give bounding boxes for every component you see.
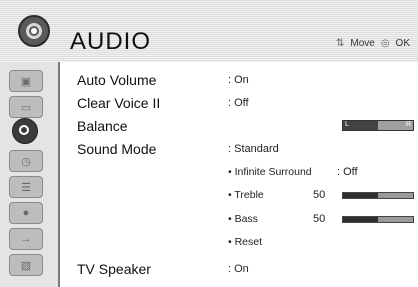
balance-slider[interactable]: L R <box>342 120 414 131</box>
sidebar-item-audio[interactable] <box>12 118 38 144</box>
clear-voice-value: : Off <box>228 97 249 109</box>
ok-button-icon: ◎ <box>380 38 390 49</box>
sidebar-item-time[interactable]: ◷ <box>9 150 43 172</box>
sidebar-item-picture[interactable]: ▣ <box>9 70 43 92</box>
category-sidebar: ▣ ▭ ◷ ☰ ● → ▧ <box>0 62 60 287</box>
bass-label[interactable]: • Bass <box>228 213 258 225</box>
clock-icon: ◷ <box>21 155 31 168</box>
sidebar-item-setup[interactable]: ▭ <box>9 96 43 118</box>
sound-mode-value: : Standard <box>228 143 279 155</box>
tv-speaker-value: : On <box>228 263 249 275</box>
infinite-surround-label[interactable]: • Infinite Surround <box>228 166 312 178</box>
sidebar-item-lock[interactable]: ● <box>9 202 43 224</box>
treble-label[interactable]: • Treble <box>228 189 264 201</box>
input-icon: → <box>20 233 32 245</box>
bass-value: 50 <box>313 213 326 225</box>
menu-header: AUDIO ⇅ Move ◎ OK <box>0 0 418 62</box>
sound-mode-label[interactable]: Sound Mode <box>77 141 156 157</box>
sidebar-item-option[interactable]: ☰ <box>9 176 43 198</box>
clear-voice-label[interactable]: Clear Voice II <box>77 95 160 111</box>
usb-icon: ▧ <box>20 259 32 272</box>
move-arrows-icon: ⇅ <box>335 38 345 49</box>
audio-menu-screen: AUDIO ⇅ Move ◎ OK ▣ ▭ ◷ ☰ ● → ▧ Auto Vol… <box>0 0 418 287</box>
balance-label[interactable]: Balance <box>77 118 128 134</box>
balance-left-tag: L <box>345 121 349 128</box>
option-icon: ☰ <box>21 181 31 194</box>
reset-label[interactable]: • Reset <box>228 236 262 248</box>
tv-speaker-label[interactable]: TV Speaker <box>77 261 151 277</box>
infinite-surround-value: : Off <box>337 166 358 178</box>
audio-settings-panel: Auto Volume : On Clear Voice II : Off Ba… <box>60 62 418 287</box>
sidebar-item-usb[interactable]: ▧ <box>9 254 43 276</box>
setup-icon: ▭ <box>20 101 32 114</box>
bass-slider-fill <box>343 217 378 222</box>
treble-value: 50 <box>313 189 326 201</box>
treble-slider[interactable] <box>342 192 414 199</box>
hint-ok-label: OK <box>395 38 410 49</box>
audio-icon <box>18 15 50 47</box>
sidebar-item-input[interactable]: → <box>9 228 43 250</box>
lock-icon: ● <box>22 207 30 219</box>
balance-right-tag: R <box>405 121 411 128</box>
audio-icon-dot <box>31 28 37 34</box>
auto-volume-value: : On <box>228 74 249 86</box>
page-title: AUDIO <box>70 28 152 55</box>
treble-slider-fill <box>343 193 378 198</box>
navigation-hint: ⇅ Move ◎ OK <box>336 38 410 49</box>
hint-move-label: Move <box>350 38 375 49</box>
picture-icon: ▣ <box>20 75 32 88</box>
auto-volume-label[interactable]: Auto Volume <box>77 72 156 88</box>
bass-slider[interactable] <box>342 216 414 223</box>
